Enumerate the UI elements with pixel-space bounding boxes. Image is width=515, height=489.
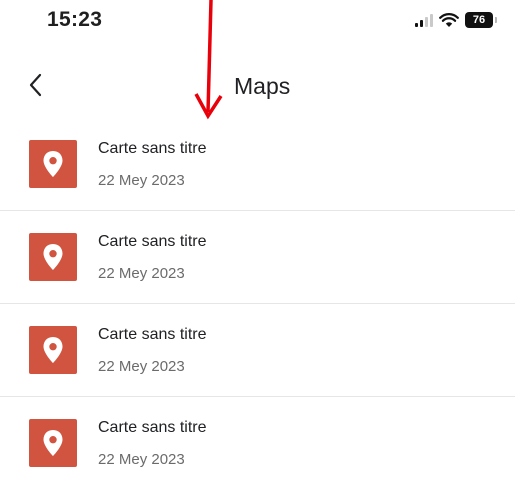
map-pin-icon: [29, 419, 77, 467]
status-time: 15:23: [47, 8, 103, 31]
map-date: 22 Mey 2023: [98, 358, 185, 375]
wifi-icon: [439, 12, 459, 27]
map-pin-icon: [29, 326, 77, 374]
map-title: Carte sans titre: [98, 140, 207, 157]
map-date: 22 Mey 2023: [98, 172, 185, 189]
map-date: 22 Mey 2023: [98, 265, 185, 282]
map-pin-icon: [29, 140, 77, 188]
page-title: Maps: [234, 73, 291, 99]
back-button[interactable]: [22, 70, 52, 100]
map-list: Carte sans titre 22 Mey 2023 Carte sans …: [0, 118, 515, 489]
status-bar: 15:23 76: [0, 0, 515, 44]
status-icons: 76: [415, 12, 497, 28]
nav-bar: Maps: [0, 60, 515, 112]
map-list-item[interactable]: Carte sans titre 22 Mey 2023: [0, 211, 515, 304]
map-list-item[interactable]: Carte sans titre 22 Mey 2023: [0, 397, 515, 489]
map-title: Carte sans titre: [98, 419, 207, 436]
battery-level: 76: [472, 14, 486, 26]
battery-icon: 76: [465, 12, 497, 28]
map-title: Carte sans titre: [98, 233, 207, 250]
signal-icon: [415, 13, 433, 27]
map-date: 22 Mey 2023: [98, 451, 185, 468]
map-pin-icon: [29, 233, 77, 281]
map-list-item[interactable]: Carte sans titre 22 Mey 2023: [0, 118, 515, 211]
map-title: Carte sans titre: [98, 326, 207, 343]
map-list-item[interactable]: Carte sans titre 22 Mey 2023: [0, 304, 515, 397]
